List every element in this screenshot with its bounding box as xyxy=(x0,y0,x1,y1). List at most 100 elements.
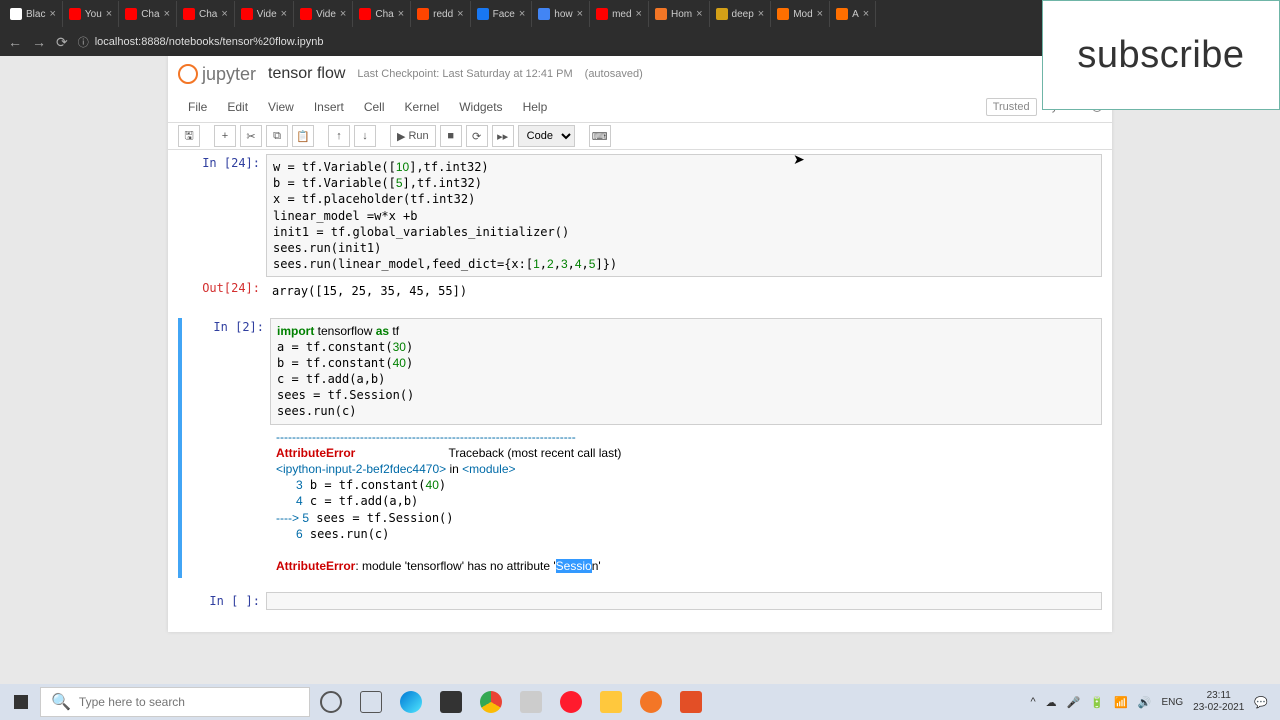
info-icon: ⓘ xyxy=(78,34,89,50)
code-cell-24[interactable]: In [24]: w = tf.Variable([10],tf.int32) … xyxy=(178,154,1102,277)
chevron-up-icon[interactable]: ^ xyxy=(1030,696,1035,708)
move-down-button[interactable]: ↓ xyxy=(354,125,376,147)
taskbar-search[interactable]: 🔍 xyxy=(40,687,310,717)
menu-help[interactable]: Help xyxy=(513,96,558,118)
browser-tab[interactable]: Vide× xyxy=(294,1,353,27)
close-icon[interactable]: × xyxy=(696,8,702,20)
paste-button[interactable]: 📋 xyxy=(292,125,314,147)
cortana-icon[interactable] xyxy=(312,687,350,717)
favicon xyxy=(538,8,550,20)
cell-type-select[interactable]: Code xyxy=(518,125,575,147)
wifi-icon[interactable]: 📶 xyxy=(1114,696,1128,709)
restart-run-all-button[interactable]: ▸▸ xyxy=(492,125,514,147)
trusted-badge[interactable]: Trusted xyxy=(986,98,1037,116)
tab-title: A xyxy=(852,9,859,20)
close-icon[interactable]: × xyxy=(340,8,346,20)
chrome-icon[interactable] xyxy=(472,687,510,717)
language-indicator[interactable]: ENG xyxy=(1161,697,1183,708)
menu-kernel[interactable]: Kernel xyxy=(395,96,450,118)
code-input[interactable] xyxy=(266,592,1102,610)
reload-button[interactable]: ⟳ xyxy=(56,34,68,51)
mic-icon[interactable]: 🎤 xyxy=(1067,696,1081,709)
close-icon[interactable]: × xyxy=(636,8,642,20)
cut-button[interactable]: ✂ xyxy=(240,125,262,147)
close-icon[interactable]: × xyxy=(164,8,170,20)
close-icon[interactable]: × xyxy=(863,8,869,20)
browser-tab[interactable]: med× xyxy=(590,1,649,27)
run-button[interactable]: ▶ Run xyxy=(390,125,436,147)
browser-tab[interactable]: redd× xyxy=(411,1,470,27)
menu-view[interactable]: View xyxy=(258,96,304,118)
windows-logo-icon xyxy=(14,695,28,709)
task-view-icon[interactable] xyxy=(352,687,390,717)
app-icon-1[interactable] xyxy=(432,687,470,717)
start-button[interactable] xyxy=(4,687,38,717)
move-up-button[interactable]: ↑ xyxy=(328,125,350,147)
favicon xyxy=(777,8,789,20)
close-icon[interactable]: × xyxy=(221,8,227,20)
menu-insert[interactable]: Insert xyxy=(304,96,354,118)
notification-icon[interactable]: 💬 xyxy=(1254,696,1268,709)
jupyter-logo[interactable]: jupyter xyxy=(178,64,256,85)
browser-tab[interactable]: Blac× xyxy=(4,1,63,27)
jupyter-icon[interactable] xyxy=(632,687,670,717)
explorer-icon[interactable] xyxy=(592,687,630,717)
browser-tab[interactable]: Hom× xyxy=(649,1,710,27)
stop-button[interactable]: ■ xyxy=(440,125,462,147)
close-icon[interactable]: × xyxy=(398,8,404,20)
add-cell-button[interactable]: + xyxy=(214,125,236,147)
onedrive-icon[interactable]: ☁ xyxy=(1046,696,1057,709)
code-cell-2[interactable]: In [2]: import tensorflow as tf a = tf.c… xyxy=(178,318,1102,579)
browser-tab[interactable]: A× xyxy=(830,1,876,27)
copy-button[interactable]: ⧉ xyxy=(266,125,288,147)
in-prompt: In [2]: xyxy=(182,318,270,579)
code-cell-empty[interactable]: In [ ]: xyxy=(178,592,1102,610)
restart-button[interactable]: ⟳ xyxy=(466,125,488,147)
close-icon[interactable]: × xyxy=(281,8,287,20)
tab-title: Mod xyxy=(793,9,812,20)
browser-tab[interactable]: Cha× xyxy=(353,1,411,27)
tab-title: deep xyxy=(732,9,754,20)
clock[interactable]: 23:11 23-02-2021 xyxy=(1193,690,1244,714)
close-icon[interactable]: × xyxy=(519,8,525,20)
favicon xyxy=(241,8,253,20)
close-icon[interactable]: × xyxy=(457,8,463,20)
close-icon[interactable]: × xyxy=(106,8,112,20)
mouse-cursor-icon: ➤ xyxy=(793,151,805,168)
url-box[interactable]: ⓘ localhost:8888/notebooks/tensor%20flow… xyxy=(78,34,324,50)
browser-tab[interactable]: Mod × xyxy=(771,1,830,27)
browser-tab[interactable]: Cha× xyxy=(119,1,177,27)
menu-edit[interactable]: Edit xyxy=(217,96,258,118)
browser-tab[interactable]: Vide× xyxy=(235,1,294,27)
jupyter-header: jupyter tensor flow Last Checkpoint: Las… xyxy=(168,56,1112,92)
favicon xyxy=(417,8,429,20)
menu-widgets[interactable]: Widgets xyxy=(449,96,512,118)
back-button[interactable]: ← xyxy=(8,34,22,50)
close-icon[interactable]: × xyxy=(758,8,764,20)
browser-tab[interactable]: how× xyxy=(532,1,590,27)
app-icon-2[interactable] xyxy=(512,687,550,717)
save-button[interactable]: 🖫 xyxy=(178,125,200,147)
code-input[interactable]: w = tf.Variable([10],tf.int32) b = tf.Va… xyxy=(266,154,1102,277)
edge-icon[interactable] xyxy=(392,687,430,717)
browser-tab[interactable]: deep × xyxy=(710,1,772,27)
forward-button[interactable]: → xyxy=(32,34,46,50)
close-icon[interactable]: × xyxy=(817,8,823,20)
error-output: ----------------------------------------… xyxy=(270,425,1102,579)
close-icon[interactable]: × xyxy=(49,8,55,20)
notebook-title[interactable]: tensor flow xyxy=(268,65,345,83)
browser-tab[interactable]: You× xyxy=(63,1,119,27)
menu-cell[interactable]: Cell xyxy=(354,96,395,118)
browser-tab[interactable]: Cha× xyxy=(177,1,235,27)
app-icon-3[interactable] xyxy=(672,687,710,717)
code-input[interactable]: import tensorflow as tf a = tf.constant(… xyxy=(270,318,1102,425)
browser-tab[interactable]: Face× xyxy=(471,1,533,27)
volume-icon[interactable]: 🔊 xyxy=(1138,696,1152,709)
opera-icon[interactable] xyxy=(552,687,590,717)
in-prompt: In [24]: xyxy=(178,154,266,277)
close-icon[interactable]: × xyxy=(577,8,583,20)
command-palette-button[interactable]: ⌨ xyxy=(589,125,611,147)
search-input[interactable] xyxy=(79,695,299,709)
menu-file[interactable]: File xyxy=(178,96,217,118)
battery-icon[interactable]: 🔋 xyxy=(1090,696,1104,709)
